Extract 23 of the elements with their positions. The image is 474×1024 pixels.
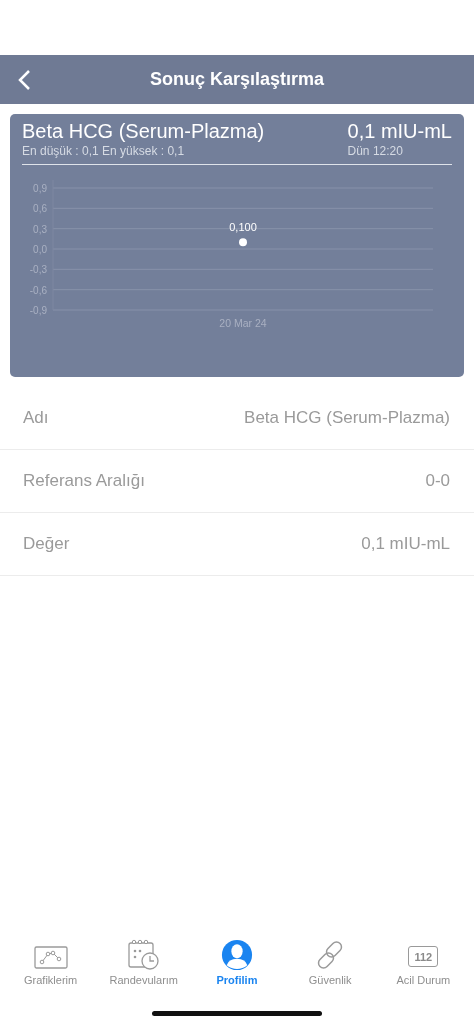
data-label: 0,100 <box>229 221 257 234</box>
test-name: Beta HCG (Serum-Plazma) <box>22 120 266 143</box>
person-icon <box>219 939 254 971</box>
page-title: Sonuç Karşılaştırma <box>149 69 325 90</box>
detail-value: 0-0 <box>425 471 450 491</box>
range-text: En düşük : 0,1 En yüksek : 0,1 <box>22 144 186 158</box>
detail-label: Referans Aralığı <box>23 471 145 491</box>
tab-bar-item[interactable]: Grafiklerim <box>5 937 96 989</box>
tab-bar-item[interactable]: 112 Acil Durum <box>378 937 469 989</box>
detail-value: Beta HCG (Serum-Plazma) <box>244 408 450 428</box>
test-value: 0,1 mIU-mL <box>347 120 452 143</box>
detail-label: Değer <box>23 534 70 554</box>
tab-bar-item[interactable]: Randevularım <box>98 937 189 989</box>
tab-bar-item[interactable]: Profilim <box>191 937 282 989</box>
line-chart-icon <box>33 945 68 971</box>
number-icon: 112 <box>408 946 439 967</box>
back-icon <box>17 69 31 91</box>
detail-label: Adı <box>23 408 49 428</box>
time-text: Dün 12:20 <box>347 144 404 158</box>
data-point <box>239 238 247 247</box>
detail-value: 0,1 mIU-mL <box>361 534 450 554</box>
tab-bar-item[interactable]: Güvenlik <box>285 937 376 989</box>
calendar-clock-icon <box>125 939 162 971</box>
